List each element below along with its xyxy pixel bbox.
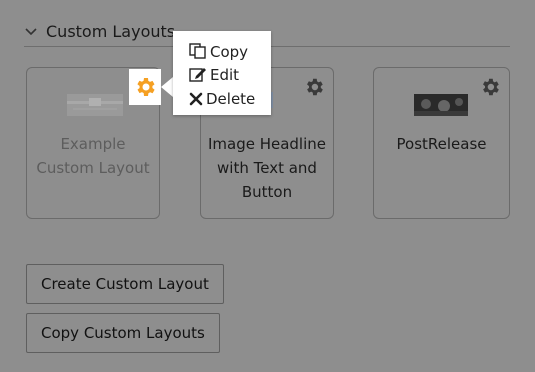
card-title-line: Example bbox=[60, 135, 126, 153]
layout-thumbnail bbox=[67, 94, 123, 116]
layout-thumbnail bbox=[414, 94, 468, 116]
copy-custom-layouts-button[interactable]: Copy Custom Layouts bbox=[26, 313, 220, 353]
gear-icon[interactable] bbox=[479, 76, 501, 98]
create-custom-layout-button[interactable]: Create Custom Layout bbox=[26, 264, 224, 304]
card-title-line: Image Headline bbox=[207, 135, 327, 153]
actions-menu: Copy Edit Delete bbox=[173, 31, 271, 115]
active-settings-button[interactable] bbox=[129, 69, 161, 105]
card-title-line: Button bbox=[241, 183, 293, 201]
gear-icon[interactable] bbox=[303, 76, 325, 98]
close-icon bbox=[189, 92, 203, 106]
card-title-line: Custom Layout bbox=[36, 159, 150, 177]
menu-item-copy[interactable]: Copy bbox=[189, 40, 248, 64]
card-title-line: PostRelease bbox=[396, 135, 487, 153]
menu-item-edit[interactable]: Edit bbox=[189, 63, 239, 87]
popup-arrow bbox=[161, 77, 173, 97]
gear-icon[interactable] bbox=[133, 75, 157, 99]
copy-icon bbox=[189, 43, 206, 59]
menu-item-delete[interactable]: Delete bbox=[189, 87, 255, 111]
section-title: Custom Layouts bbox=[46, 22, 176, 41]
menu-item-label: Edit bbox=[210, 66, 240, 84]
edit-icon bbox=[189, 68, 206, 82]
menu-item-label: Copy bbox=[210, 43, 249, 61]
layout-card-postrelease[interactable]: PostRelease bbox=[373, 67, 510, 219]
chevron-down-icon[interactable] bbox=[24, 24, 38, 38]
menu-item-label: Delete bbox=[206, 90, 256, 108]
card-title-line: with Text and bbox=[217, 159, 317, 177]
